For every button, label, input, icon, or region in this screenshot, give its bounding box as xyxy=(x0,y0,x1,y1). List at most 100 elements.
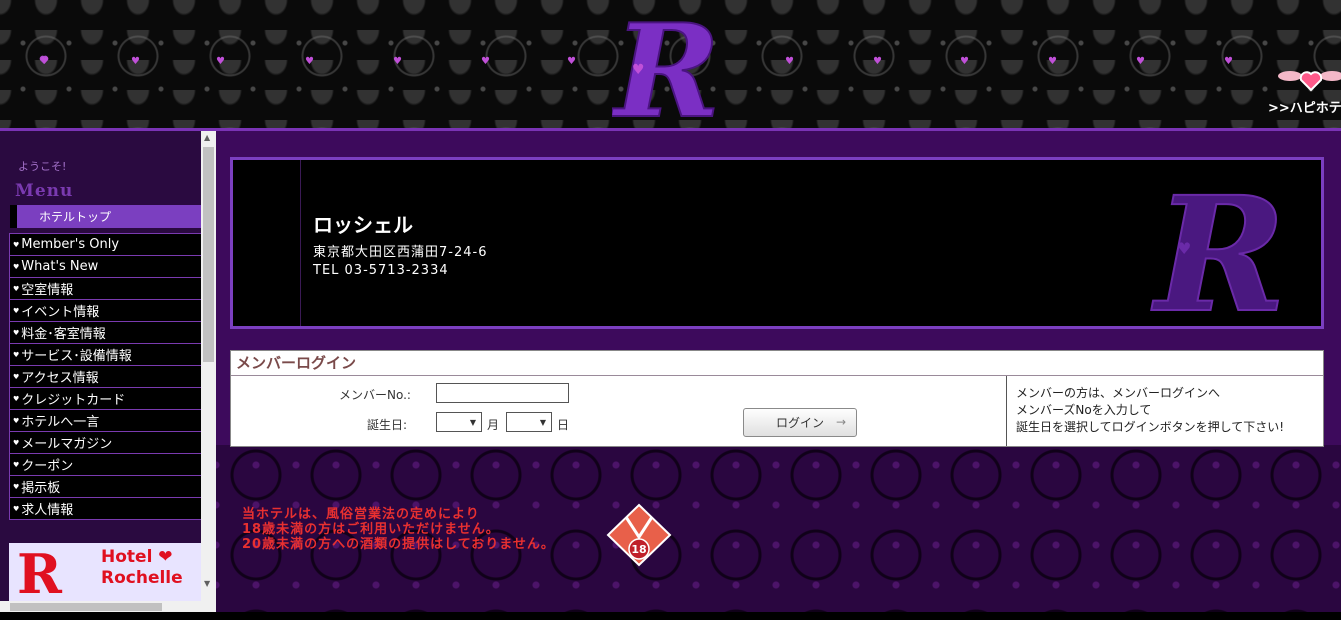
heart-icon: ♥ xyxy=(13,438,20,447)
sidebar-item-label: クーポン xyxy=(21,459,74,474)
month-unit-label: 月 xyxy=(487,418,500,432)
sidebar-item-services[interactable]: ♥ サービス･設備情報 xyxy=(9,344,201,366)
heart-icon: ♥ xyxy=(13,460,20,469)
sidebar-item-label: サービス･設備情報 xyxy=(21,349,132,364)
day-select[interactable]: ▼ xyxy=(506,412,552,432)
shop-tel: TEL 03-5713-2334 xyxy=(313,263,449,278)
welcome-text: ようこそ! xyxy=(18,160,67,173)
scrollbar-thumb[interactable] xyxy=(10,603,162,611)
no-under-18-icon: 18 xyxy=(606,503,672,567)
instruction-line: メンバーの方は、メンバーログインへ xyxy=(1016,386,1221,400)
sidebar-item-label: アクセス情報 xyxy=(21,371,99,386)
sidebar-item-whats-new[interactable]: ♥ What's New xyxy=(9,256,201,278)
shop-info-panel: ロッシェル 東京都大田区西蒲田7-24-6 TEL 03-5713-2334 R… xyxy=(230,157,1324,329)
shop-address: 東京都大田区西蒲田7-24-6 xyxy=(313,245,488,260)
svg-text:♥: ♥ xyxy=(1048,56,1057,67)
heart-icon: ♥ xyxy=(13,394,20,403)
sidebar-item-vacancy[interactable]: ♥ 空室情報 xyxy=(9,278,201,300)
svg-text:♥: ♥ xyxy=(131,56,140,67)
scroll-up-icon[interactable]: ▲ xyxy=(204,133,210,142)
sidebar-item-mail-magazine[interactable]: ♥ メールマガジン xyxy=(9,432,201,454)
member-login-panel: メンバーログイン メンバーNo.: 誕生日: ▼ 月 ▼ 日 ログイン → メン… xyxy=(230,350,1324,447)
svg-text:♥: ♥ xyxy=(1224,56,1233,67)
instruction-line: 誕生日を選択してログインボタンを押して下さい! xyxy=(1016,420,1285,434)
svg-text:R: R xyxy=(1151,172,1286,322)
dropdown-arrow-icon: ▼ xyxy=(539,418,546,427)
heart-icon: ♥ xyxy=(13,284,20,293)
heart-icon: ♥ xyxy=(13,350,20,359)
birthday-label: 誕生日: xyxy=(367,418,408,432)
svg-text:♥: ♥ xyxy=(873,56,882,67)
svg-text:R: R xyxy=(612,4,720,128)
sidebar-item-label: クレジットカード xyxy=(21,393,126,408)
sidebar-item-label: イベント情報 xyxy=(21,305,100,320)
member-no-input[interactable] xyxy=(436,383,569,403)
sidebar-item-label: 料金･客室情報 xyxy=(21,327,106,342)
svg-text:♥: ♥ xyxy=(960,56,969,67)
age-restriction-notice: 当ホテルは、風俗営業法の定めにより 18歳未満の方はご利用いただけません。 20… xyxy=(242,507,555,552)
heart-icon: ♥ xyxy=(13,504,20,513)
sidebar-item-access[interactable]: ♥ アクセス情報 xyxy=(9,366,201,388)
notice-line: 20歳未満の方への酒類の提供はしておりません。 xyxy=(242,537,555,552)
svg-text:♥: ♥ xyxy=(305,56,314,67)
sidebar-item-label: メールマガジン xyxy=(21,437,113,452)
banner-text-rochelle: Rochelle xyxy=(101,568,183,588)
login-instructions: メンバーの方は、メンバーログインへ メンバーズNoを入力して 誕生日を選択してロ… xyxy=(1006,376,1323,446)
sidebar-item-credit-card[interactable]: ♥ クレジットカード xyxy=(9,388,201,410)
rochelle-logo: R ♥ xyxy=(1150,172,1287,322)
heart-icon: ♥ xyxy=(13,372,20,381)
sidebar-item-label: 求人情報 xyxy=(21,503,74,518)
login-button-label: ログイン xyxy=(775,416,824,430)
hotel-rochelle-banner[interactable]: R Hotel ❤ Rochelle xyxy=(9,543,201,601)
heart-icon: ♥ xyxy=(13,416,20,425)
sidebar-item-feedback[interactable]: ♥ ホテルへ一言 xyxy=(9,410,201,432)
sidebar-frame: ようこそ! Menu ホテルトップ ♥ Member's Only ♥ What's… xyxy=(0,131,201,601)
heart-icon: ♥ xyxy=(13,262,20,271)
svg-text:♥: ♥ xyxy=(785,56,794,67)
svg-text:♥: ♥ xyxy=(1177,239,1191,258)
member-no-label: メンバーNo.: xyxy=(339,388,411,402)
heart-icon: ♥ xyxy=(13,240,20,249)
sidebar-item-label: Member's Only xyxy=(21,237,120,252)
sidebar: ようこそ! Menu ホテルトップ ♥ Member's Only ♥ What's… xyxy=(0,131,216,620)
scroll-down-icon[interactable]: ▼ xyxy=(204,579,210,588)
site-header: ♥ ♥ ♥ ♥ ♥ ♥ ♥ ♥ ♥ ♥ ♥ ♥ ♥ R ♥ >>ハピホテ xyxy=(0,0,1341,128)
page-bottom-bar xyxy=(0,612,1341,620)
arrow-right-icon: → xyxy=(835,415,846,429)
banner-text-hotel: Hotel ❤ xyxy=(101,547,173,567)
month-select[interactable]: ▼ xyxy=(436,412,482,432)
svg-text:♥: ♥ xyxy=(216,56,225,67)
svg-text:♥: ♥ xyxy=(567,56,576,67)
shop-name: ロッシェル xyxy=(313,213,413,237)
sidebar-item-coupon[interactable]: ♥ クーポン xyxy=(9,454,201,476)
sidebar-item-jobs[interactable]: ♥ 求人情報 xyxy=(9,498,201,520)
dropdown-arrow-icon: ▼ xyxy=(469,418,476,427)
happy-hotel-link[interactable]: >>ハピホテ xyxy=(1268,97,1341,116)
sidebar-item-label: 掲示板 xyxy=(21,481,61,496)
sidebar-item-label: What's New xyxy=(21,259,99,274)
scrollbar-thumb[interactable] xyxy=(203,147,214,362)
notice-line: 18歳未満の方はご利用いただけません。 xyxy=(242,522,500,537)
panel-divider xyxy=(300,160,301,326)
svg-text:♥: ♥ xyxy=(40,56,49,67)
svg-text:♥: ♥ xyxy=(481,56,490,67)
svg-text:♥: ♥ xyxy=(632,62,645,78)
sidebar-item-members-only[interactable]: ♥ Member's Only xyxy=(9,234,201,256)
sidebar-item-rooms[interactable]: ♥ 料金･客室情報 xyxy=(9,322,201,344)
sidebar-item-label: ホテルへ一言 xyxy=(21,415,100,430)
sidebar-item-hotel-top[interactable]: ホテルトップ xyxy=(10,205,201,228)
sidebar-menu: ♥ Member's Only ♥ What's New ♥ 空室情報 ♥ イベント情報… xyxy=(9,233,201,520)
heart-icon: ♥ xyxy=(13,482,20,491)
login-button[interactable]: ログイン → xyxy=(743,408,857,437)
sidebar-item-events[interactable]: ♥ イベント情報 xyxy=(9,300,201,322)
menu-title: Menu xyxy=(15,181,74,201)
sidebar-vertical-scrollbar[interactable]: ▲ ▼ xyxy=(201,131,216,601)
day-unit-label: 日 xyxy=(557,418,570,432)
notice-line: 当ホテルは、風俗営業法の定めにより xyxy=(242,507,480,522)
svg-text:18: 18 xyxy=(631,543,646,556)
winged-heart-icon xyxy=(1278,71,1341,92)
main-content: ロッシェル 東京都大田区西蒲田7-24-6 TEL 03-5713-2334 R… xyxy=(216,131,1341,620)
svg-text:♥: ♥ xyxy=(1136,56,1145,67)
sidebar-item-bbs[interactable]: ♥ 掲示板 xyxy=(9,476,201,498)
sidebar-item-label: ホテルトップ xyxy=(39,210,112,224)
